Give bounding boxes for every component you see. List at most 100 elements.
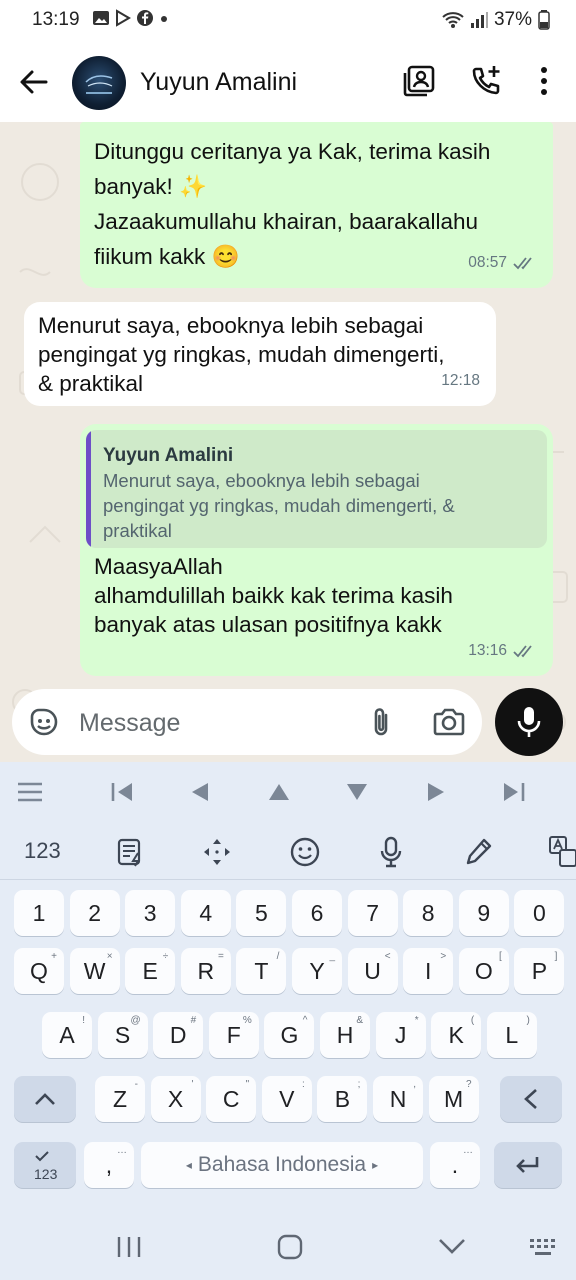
message-line: pengingat yg ringkas, mudah dimengerti, [38, 342, 445, 367]
emoji-icon[interactable] [289, 836, 321, 868]
cursor-end-icon[interactable] [502, 781, 526, 803]
key-w[interactable]: W × [69, 948, 120, 994]
key-c[interactable]: C " [206, 1076, 257, 1122]
key-r[interactable]: R = [180, 948, 231, 994]
key-label: R [197, 957, 215, 984]
key-secondary-label: , [413, 1079, 416, 1090]
cursor-down-icon[interactable] [346, 782, 368, 802]
key-secondary-label: > [440, 951, 447, 962]
key-s[interactable]: S @ [97, 1012, 148, 1058]
key-k[interactable]: K( [431, 1012, 482, 1058]
key-9[interactable]: 9 [458, 890, 509, 936]
message-input[interactable]: Message [12, 689, 482, 755]
attach-icon[interactable] [368, 705, 394, 739]
message-meta: 12:18 [441, 363, 480, 398]
voice-record-button[interactable] [495, 688, 563, 756]
key-label: A [59, 1021, 75, 1048]
key-q[interactable]: Q + [14, 948, 64, 994]
key-5[interactable]: 5 [236, 890, 287, 936]
keyboard-switch-icon[interactable] [528, 1236, 558, 1258]
key-secondary-label: [ [499, 951, 502, 962]
add-call-icon[interactable] [470, 64, 502, 98]
key-g[interactable]: G ^ [264, 1012, 315, 1058]
comma-key[interactable]: ,… [84, 1142, 134, 1188]
key-1[interactable]: 1 [14, 890, 64, 936]
key-label: U [364, 957, 381, 984]
key-label: V [279, 1085, 295, 1112]
period-key[interactable]: .… [430, 1142, 480, 1188]
message-line: Ditunggu ceritanya ya Kak, terima kasih [94, 139, 491, 164]
hide-keyboard-icon[interactable] [438, 1238, 466, 1254]
key-x[interactable]: X ' [150, 1076, 201, 1122]
sticker-icon[interactable] [28, 706, 60, 738]
recent-apps-icon[interactable] [116, 1236, 142, 1258]
numeric-keypad-toggle[interactable]: 123 [24, 838, 61, 864]
backspace-key[interactable] [500, 1076, 562, 1122]
incoming-message[interactable]: Menurut saya, ebooknya lebih sebagai pen… [24, 302, 496, 406]
contact-name[interactable]: Yuyun Amalini [140, 68, 297, 97]
key-p[interactable]: P] [514, 948, 565, 994]
key-7[interactable]: 7 [347, 890, 398, 936]
key-8[interactable]: 8 [403, 890, 454, 936]
notification-icons [92, 9, 170, 27]
navigation-bar [0, 1214, 576, 1280]
key-d[interactable]: D # [153, 1012, 204, 1058]
keyboard-menu-icon[interactable] [16, 780, 44, 804]
cursor-left-icon[interactable] [190, 782, 210, 802]
key-m[interactable]: M? [428, 1076, 479, 1122]
key-h[interactable]: H & [320, 1012, 370, 1058]
move-keyboard-icon[interactable] [202, 837, 232, 867]
enter-key[interactable] [494, 1142, 562, 1188]
key-y[interactable]: Y _ [292, 948, 342, 994]
translate-icon[interactable] [548, 834, 576, 868]
key-a[interactable]: A! [42, 1012, 92, 1058]
key-2[interactable]: 2 [69, 890, 120, 936]
key-i[interactable]: I > [403, 948, 454, 994]
back-arrow-icon[interactable] [18, 66, 50, 98]
key-secondary-label: < [384, 951, 391, 962]
key-0[interactable]: 0 [514, 890, 565, 936]
home-icon[interactable] [277, 1234, 303, 1260]
camera-icon[interactable] [432, 707, 466, 737]
handwriting-pen-icon[interactable] [464, 836, 494, 868]
key-u[interactable]: U < [347, 948, 398, 994]
message-line: alhamdulillah baikk kak terima kasih [94, 583, 453, 608]
cursor-start-icon[interactable] [110, 781, 134, 803]
outgoing-message[interactable]: Ditunggu ceritanya ya Kak, terima kasih … [80, 122, 553, 288]
key-label: 4 [199, 899, 213, 926]
text-edit-icon[interactable] [116, 837, 146, 867]
cursor-right-icon[interactable] [426, 782, 446, 802]
key-l[interactable]: L) [486, 1012, 537, 1058]
shift-key[interactable] [14, 1076, 76, 1122]
key-label: M [444, 1085, 464, 1112]
key-3[interactable]: 3 [125, 890, 176, 936]
key-b[interactable]: B; [317, 1076, 368, 1122]
key-j[interactable]: J * [375, 1012, 426, 1058]
contact-card-icon[interactable] [402, 64, 436, 98]
key-n[interactable]: N, [373, 1076, 423, 1122]
quote-line: praktikal [103, 520, 172, 541]
key-f[interactable]: F% [208, 1012, 259, 1058]
key-e[interactable]: E ÷ [125, 948, 176, 994]
symbols-key[interactable]: 123 [14, 1142, 76, 1188]
key-secondary-label: ; [357, 1079, 361, 1090]
message-line: Jazaakumullahu khairan, baarakallahu [94, 209, 478, 234]
voice-input-icon[interactable] [378, 836, 404, 868]
outgoing-reply-message[interactable]: Yuyun Amalini Menurut saya, ebooknya leb… [80, 424, 553, 676]
key-secondary-label: ) [526, 1015, 530, 1026]
key-4[interactable]: 4 [180, 890, 231, 936]
cursor-up-icon[interactable] [268, 782, 290, 802]
key-z[interactable]: Z- [95, 1076, 145, 1122]
key-v[interactable]: V: [261, 1076, 312, 1122]
key-6[interactable]: 6 [292, 890, 342, 936]
more-options-icon[interactable] [536, 64, 552, 98]
spacebar[interactable]: ◂ Bahasa Indonesia ▸ [141, 1142, 423, 1188]
key-o[interactable]: O[ [458, 948, 509, 994]
signal-icon [470, 12, 488, 28]
key-label: K [448, 1021, 464, 1048]
contact-avatar[interactable] [72, 56, 126, 110]
soft-keyboard: 123 1 2 3 4 5 6 7 8 9 0 Q + W × E ÷ R = T / Y _ U < I > O[P] A! S @ D #… [0, 762, 576, 1280]
key-t[interactable]: T / [236, 948, 287, 994]
chat-area[interactable]: Ditunggu ceritanya ya Kak, terima kasih … [0, 122, 576, 762]
quoted-message[interactable]: Yuyun Amalini Menurut saya, ebooknya leb… [86, 430, 547, 548]
